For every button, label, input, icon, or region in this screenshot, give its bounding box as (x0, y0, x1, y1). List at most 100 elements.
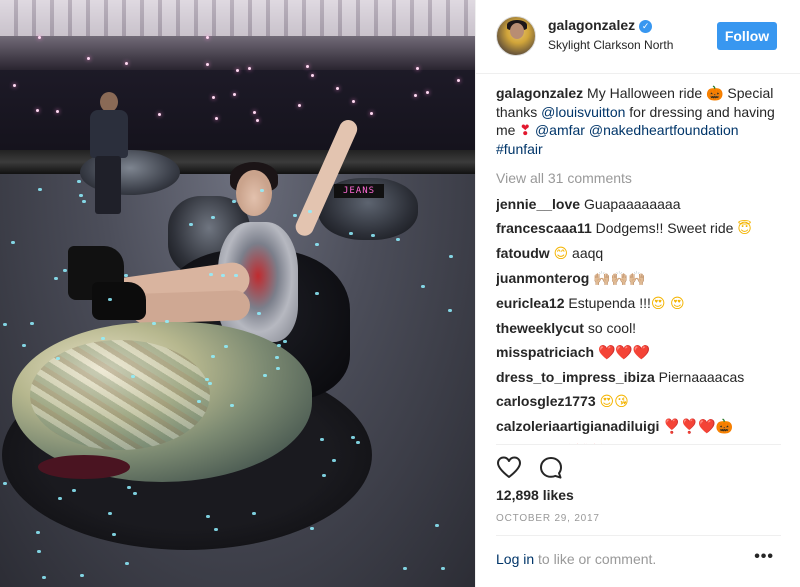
avatar[interactable] (496, 16, 536, 56)
floor-light-dot (308, 210, 312, 213)
comment-username[interactable]: jennie__love (496, 196, 580, 212)
ceiling-light-dot (306, 65, 309, 68)
caption-username[interactable]: galagonzalez (496, 85, 583, 101)
comment-username[interactable]: misspatriciach (496, 344, 594, 360)
floor-light-dot (11, 241, 15, 244)
comment-username[interactable]: theweeklycut (496, 320, 584, 336)
ceiling-light-dot (311, 74, 314, 77)
comment-username[interactable]: calzoleriaartigianadiluigi (496, 418, 659, 434)
floor-light-dot (42, 576, 46, 579)
floor-light-dot (197, 400, 201, 403)
floor-light-dot (449, 255, 453, 258)
comment-emoji: 😍 😍 (650, 296, 685, 312)
floor-light-dot (3, 323, 7, 326)
mention-link[interactable]: @louisvuitton (541, 104, 625, 120)
login-prompt-text: to like or comment. (538, 551, 657, 567)
divider (496, 444, 781, 445)
post-header: galagonzalez ✓ Skylight Clarkson North Fo… (476, 0, 800, 74)
floor-light-dot (396, 238, 400, 241)
ceiling-light-dot (36, 109, 39, 112)
floor-light-dot (56, 357, 60, 360)
comment-emoji: 😍😘 (599, 394, 629, 410)
pumpkin-emoji: 🎃 (706, 86, 724, 102)
floor-light-dot (36, 531, 40, 534)
floor-light-dot (101, 337, 105, 340)
floor-light-dot (322, 474, 326, 477)
view-all-comments-link[interactable]: View all 31 comments (496, 169, 786, 187)
ceiling-light-dot (256, 119, 259, 122)
instagram-post: JEANS galagonzalez ✓ Skylight Clarkson No… (0, 0, 800, 587)
ceiling-light-dot (336, 87, 339, 90)
ceiling-light-dot (38, 36, 41, 39)
comment-username[interactable]: dress_to_impress_ibiza (496, 369, 655, 385)
heart-exclamation-emoji: ❣ (519, 123, 532, 139)
likes-count[interactable]: 12,898 likes (496, 487, 574, 503)
comment: euriclea12 Estupenda !!!😍 😍 (496, 294, 786, 313)
heart-outline-icon[interactable] (496, 455, 522, 481)
comment: jennie__love Guapaaaaaaaa (496, 195, 786, 213)
floor-light-dot (38, 188, 42, 191)
floor-light-dot (209, 273, 213, 276)
floor-light-dot (82, 200, 86, 203)
floor-light-dot (214, 528, 218, 531)
ceiling-light-dot (248, 67, 251, 70)
floor-light-dot (124, 274, 128, 277)
post-photo[interactable]: JEANS (0, 0, 475, 587)
comment: francescaaa11 Dodgems!! Sweet ride 😇 (496, 219, 786, 238)
hashtag-link[interactable]: #funfair (496, 141, 543, 157)
login-link[interactable]: Log in (496, 551, 534, 567)
login-prompt: Log in to like or comment. (496, 551, 656, 567)
ceiling-light-dot (414, 94, 417, 97)
comment-username[interactable]: francescaaa11 (496, 220, 592, 236)
post-location[interactable]: Skylight Clarkson North (548, 38, 673, 52)
author-username[interactable]: galagonzalez (548, 17, 635, 33)
comment-emoji: ❤️❤️❤️ (597, 345, 651, 361)
ceiling-light-dot (416, 67, 419, 70)
more-options-icon[interactable]: ••• (754, 548, 774, 566)
floor-light-dot (435, 524, 439, 527)
comment-text: Dodgems!! Sweet ride (595, 220, 734, 236)
comment-emoji: 😇 (737, 221, 752, 237)
floor-light-dot (152, 322, 156, 325)
floor-light-dot (351, 436, 355, 439)
floor-light-dot (315, 292, 319, 295)
photo-ceiling (0, 0, 475, 70)
mention-link[interactable]: @amfar (535, 122, 585, 138)
floor-light-dot (54, 277, 58, 280)
comment-emoji: ❣️❣️❤️🎃 (663, 419, 734, 435)
floor-light-dot (131, 375, 135, 378)
comment-text: Piernaaaacas (658, 369, 745, 385)
post-actions (496, 455, 576, 481)
floor-light-dot (30, 322, 34, 325)
background-person (85, 92, 131, 217)
floor-light-dot (112, 533, 116, 536)
ceiling-light-dot (233, 93, 236, 96)
comment-username[interactable]: euriclea12 (496, 295, 565, 311)
floor-light-dot (206, 515, 210, 518)
ceiling-light-dot (215, 117, 218, 120)
floor-light-dot (3, 482, 7, 485)
comment-text: Guapaaaaaaaa (583, 196, 681, 212)
comment-text: so cool! (587, 320, 637, 336)
floor-light-dot (421, 285, 425, 288)
floor-light-dot (257, 312, 261, 315)
ceiling-light-dot (370, 112, 373, 115)
ceiling-light-dot (13, 84, 16, 87)
bumper-car-logo (38, 455, 130, 479)
floor-light-dot (275, 356, 279, 359)
comment-username[interactable]: carlosglez1773 (496, 393, 596, 409)
mention-link[interactable]: @nakedheartfoundation (589, 122, 739, 138)
floor-light-dot (133, 492, 137, 495)
comments-section: galagonzalez My Halloween ride 🎃 Special… (496, 84, 786, 444)
speech-bubble-icon[interactable] (538, 455, 564, 481)
floor-light-dot (127, 486, 131, 489)
floor-light-dot (332, 459, 336, 462)
comment-username[interactable]: fatoudw (496, 245, 550, 261)
ceiling-light-dot (352, 100, 355, 103)
woman-leg (129, 289, 251, 325)
verified-badge-icon: ✓ (639, 20, 653, 33)
floor-light-dot (205, 378, 209, 381)
comment-username[interactable]: juanmonterog (496, 270, 589, 286)
floor-light-dot (22, 344, 26, 347)
follow-button[interactable]: Follow (717, 22, 777, 50)
